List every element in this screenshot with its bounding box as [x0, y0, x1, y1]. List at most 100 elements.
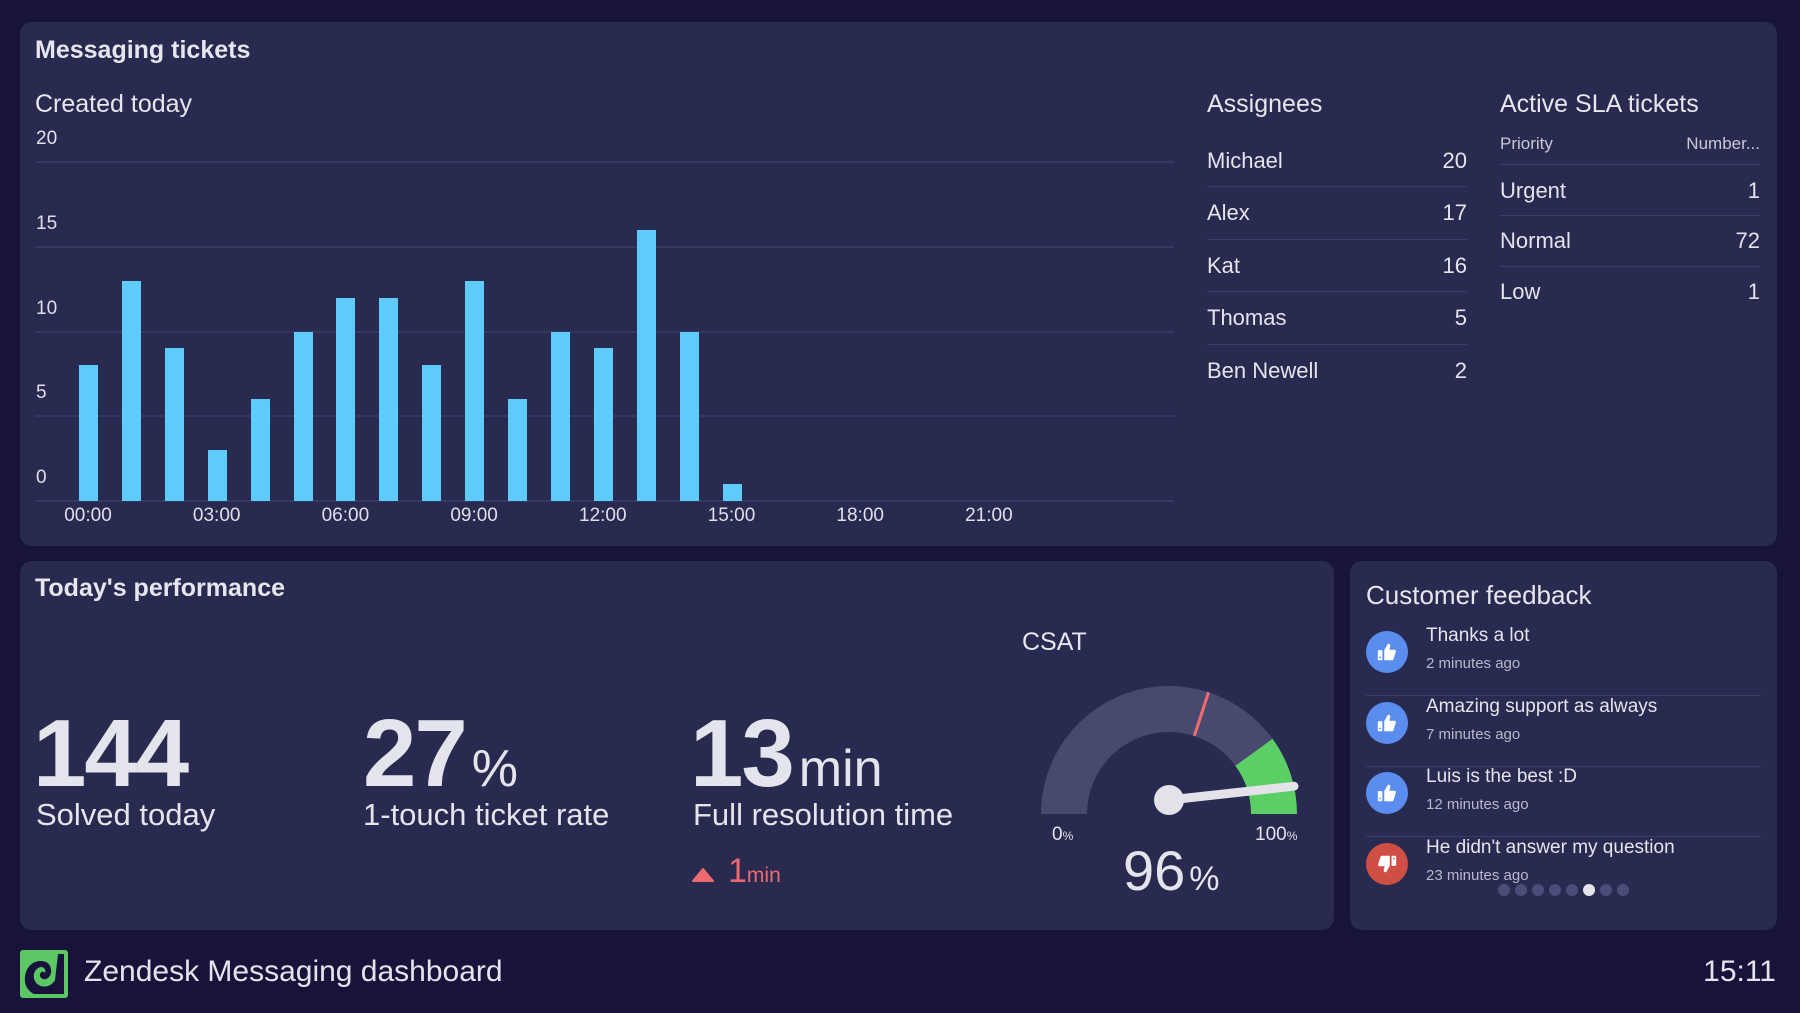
csat-number: 96: [1123, 839, 1186, 902]
sla-col-priority[interactable]: Priority: [1500, 134, 1553, 164]
created-today-chart: 0 5 10 15 20 00:00 03:00 06:00 09:00 12:00 15:00 18…: [0, 0, 1200, 540]
bar-0700[interactable]: [379, 297, 399, 501]
bar-0000[interactable]: [79, 365, 98, 501]
y-tick-label: 0: [36, 467, 47, 488]
bar-0500[interactable]: [293, 331, 313, 501]
resolution-delta: 1 min: [692, 852, 781, 891]
feedback-title: Customer feedback: [1366, 580, 1592, 610]
y-tick-label: 10: [36, 297, 58, 319]
bar-1300[interactable]: [636, 229, 656, 501]
customer-feedback-panel: Customer feedback Thanks a lot 2 minutes …: [1350, 561, 1777, 930]
triangle-up-icon: [692, 868, 714, 882]
assignee-row[interactable]: Thomas 5: [1207, 293, 1467, 345]
one-touch-rate-value: 27%: [363, 706, 518, 802]
assignee-name: Michael: [1207, 147, 1283, 173]
y-tick-label: 5: [36, 382, 47, 404]
bar-1100[interactable]: [550, 331, 570, 501]
bar-0100[interactable]: [121, 280, 141, 501]
assignee-count: 20: [1442, 147, 1467, 173]
pager-dot[interactable]: [1515, 884, 1527, 896]
bar-0300[interactable]: [207, 450, 227, 501]
gauge-needle-hub: [1154, 785, 1184, 815]
gauge-min-value: 0: [1052, 824, 1063, 845]
bar-0900[interactable]: [465, 280, 485, 501]
csat-gauge: [1041, 686, 1299, 815]
bar-1500[interactable]: [722, 484, 742, 501]
feedback-text: Luis is the best :D: [1426, 766, 1578, 787]
assignee-count: 16: [1442, 252, 1467, 278]
feedback-item[interactable]: He didn't answer my question 23 minutes a…: [1366, 837, 1761, 907]
kpi-number: 27: [363, 700, 468, 807]
thumbs-down-icon: [1366, 842, 1408, 885]
assignee-count: 17: [1442, 200, 1467, 225]
pager-dot[interactable]: [1566, 884, 1578, 896]
sla-table-header: Priority Number...: [1500, 134, 1760, 165]
x-tick-label: 09:00: [450, 505, 498, 526]
pager-dot[interactable]: [1498, 884, 1510, 896]
x-tick-label: 18:00: [836, 505, 884, 526]
sla-count: 72: [1735, 228, 1760, 253]
pager-dot[interactable]: [1617, 884, 1629, 896]
sla-col-number[interactable]: Number...: [1686, 134, 1760, 164]
feedback-pager: [1350, 884, 1777, 896]
dashboard-title: Zendesk Messaging dashboard: [84, 955, 503, 988]
bar-1400[interactable]: [679, 331, 699, 501]
sla-title: Active SLA tickets: [1500, 90, 1699, 118]
assignee-count: 5: [1454, 305, 1467, 330]
feedback-time: 2 minutes ago: [1426, 655, 1521, 672]
gauge-max-unit: %: [1286, 829, 1298, 843]
clock: 15:11: [1703, 955, 1776, 988]
thumbs-up-icon: [1366, 701, 1408, 744]
feedback-item[interactable]: Thanks a lot 2 minutes ago: [1366, 625, 1761, 696]
feedback-item[interactable]: Luis is the best :D 12 minutes ago: [1366, 766, 1761, 837]
sla-priority: Normal: [1500, 228, 1571, 253]
feedback-time: 12 minutes ago: [1426, 796, 1529, 813]
assignee-row[interactable]: Kat 16: [1207, 240, 1467, 292]
feedback-time: 23 minutes ago: [1426, 866, 1529, 884]
x-tick-label: 21:00: [965, 505, 1013, 526]
x-tick-label: 15:00: [707, 505, 756, 526]
bar-1200[interactable]: [593, 348, 613, 501]
gauge-max-value: 100: [1255, 824, 1287, 845]
feedback-text: He didn't answer my question: [1426, 836, 1675, 858]
sla-count: 1: [1747, 278, 1760, 304]
bar-0200[interactable]: [164, 348, 184, 501]
bar-0400[interactable]: [250, 399, 270, 501]
resolution-time-value: 13 min: [690, 706, 883, 802]
gauge-min-label: 0%: [1052, 824, 1073, 846]
pager-dot[interactable]: [1583, 884, 1595, 896]
sla-priority: Low: [1500, 278, 1541, 304]
bar-0800[interactable]: [422, 365, 442, 501]
zendesk-logo-icon: [20, 950, 68, 998]
pager-dot[interactable]: [1600, 884, 1612, 896]
feedback-time: 7 minutes ago: [1426, 725, 1521, 743]
assignee-row[interactable]: Michael 20: [1207, 135, 1467, 187]
assignees-title: Assignees: [1207, 90, 1323, 118]
csat-unit: %: [1189, 860, 1220, 898]
kpi-number: 13: [690, 700, 795, 807]
bar-0600[interactable]: [336, 297, 356, 501]
thumbs-up-icon: [1366, 772, 1408, 814]
x-tick-label: 06:00: [321, 505, 370, 526]
thumbs-up-icon: [1366, 631, 1408, 673]
feedback-item[interactable]: Amazing support as always 7 minutes ago: [1366, 696, 1761, 767]
kpi-number: 144: [33, 700, 189, 807]
assignee-row[interactable]: Ben Newell 2: [1207, 345, 1467, 396]
x-tick-label: 00:00: [64, 505, 112, 526]
kpi-unit: %: [471, 740, 519, 798]
pager-dot[interactable]: [1549, 884, 1561, 896]
pager-dot[interactable]: [1532, 884, 1544, 896]
delta-value: 1: [728, 852, 747, 890]
csat-value: 96%: [1123, 838, 1220, 903]
y-tick-label: 20: [36, 128, 58, 149]
sla-row[interactable]: Urgent 1: [1500, 166, 1760, 216]
bar-1000[interactable]: [508, 399, 527, 501]
solved-today-label: Solved today: [36, 797, 216, 832]
gauge-max-label: 100%: [1255, 824, 1297, 846]
assignee-count: 2: [1454, 357, 1467, 383]
sla-priority: Urgent: [1500, 177, 1567, 203]
sla-count: 1: [1747, 177, 1760, 203]
sla-row[interactable]: Low 1: [1500, 267, 1760, 316]
assignee-row[interactable]: Alex 17: [1207, 188, 1467, 240]
sla-row[interactable]: Normal 72: [1500, 217, 1760, 267]
